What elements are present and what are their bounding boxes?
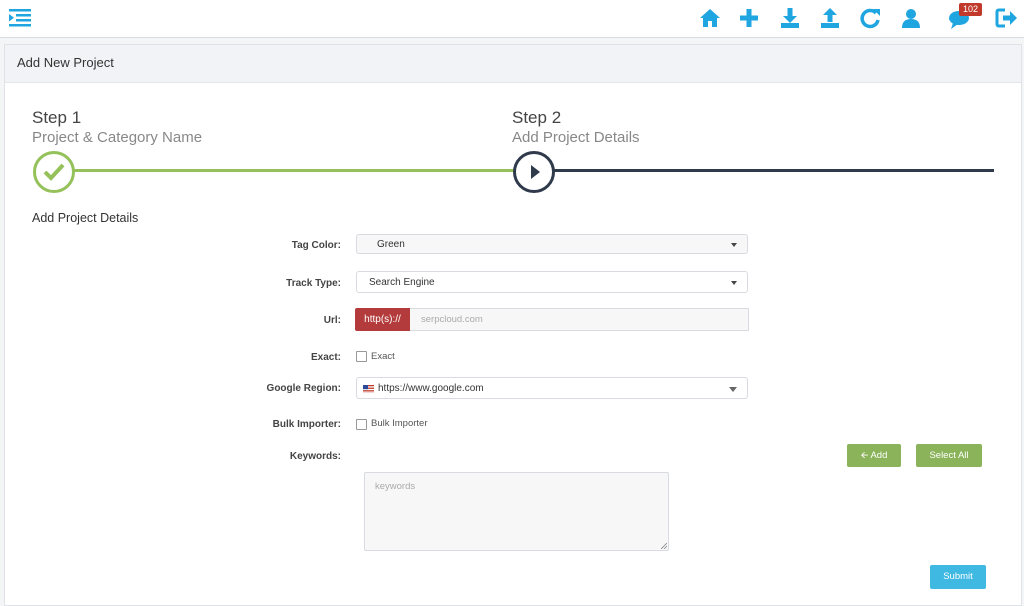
step-progress-line-done <box>73 169 515 172</box>
logout-icon[interactable] <box>995 7 1019 29</box>
arrow-left-icon: 🡨 <box>860 450 871 461</box>
chevron-down-icon <box>731 281 737 285</box>
upload-icon[interactable] <box>818 7 842 29</box>
step-1-label: Step 1 <box>32 108 82 127</box>
exact-checkbox[interactable] <box>356 351 367 362</box>
tag-color-select[interactable]: Green <box>356 234 748 254</box>
exact-label: Exact: <box>310 352 341 363</box>
panel-header: Add New Project <box>5 45 1021 83</box>
add-project-panel: Add New Project Step 1 Project & Categor… <box>4 44 1022 606</box>
keywords-placeholder: keywords <box>375 481 416 492</box>
refresh-icon[interactable] <box>858 7 882 29</box>
add-button[interactable]: 🡨 Add <box>847 444 901 467</box>
keywords-label: Keywords: <box>289 451 341 462</box>
step-progress-line-pending <box>553 169 994 172</box>
google-region-label: Google Region: <box>266 383 341 394</box>
step-2-label: Step 2 <box>512 108 562 127</box>
top-navbar: 102 <box>0 0 1024 38</box>
resize-handle-icon[interactable] <box>661 543 667 549</box>
url-label: Url: <box>323 315 341 326</box>
add-button-label: Add <box>870 450 888 461</box>
google-region-select[interactable]: https://www.google.com <box>356 377 748 399</box>
track-type-label: Track Type: <box>286 278 341 289</box>
home-icon[interactable] <box>698 7 722 29</box>
bulk-importer-checkbox[interactable] <box>356 419 367 430</box>
bulk-importer-label: Bulk Importer: <box>272 419 341 430</box>
submit-button[interactable]: Submit <box>930 565 986 589</box>
url-prefix: http(s):// <box>355 308 410 331</box>
section-title: Add Project Details <box>32 211 139 225</box>
download-icon[interactable] <box>778 7 802 29</box>
exact-checkbox-label: Exact <box>371 351 395 362</box>
notification-badge: 102 <box>959 3 983 16</box>
user-icon[interactable] <box>899 7 923 29</box>
google-region-value: https://www.google.com <box>378 383 484 394</box>
us-flag-icon <box>363 385 374 393</box>
plus-icon[interactable] <box>737 7 761 29</box>
tag-color-value: Green <box>377 239 405 250</box>
play-icon <box>531 165 540 179</box>
step-1-circle[interactable] <box>33 151 75 193</box>
url-input[interactable]: serpcloud.com <box>410 308 749 331</box>
menu-icon[interactable] <box>9 9 31 27</box>
step-2-subtitle: Add Project Details <box>512 129 640 146</box>
select-all-button[interactable]: Select All <box>916 444 982 467</box>
bulk-importer-checkbox-label: Bulk Importer <box>371 418 428 429</box>
check-icon <box>43 163 65 181</box>
tag-color-label: Tag Color: <box>291 240 341 251</box>
panel-title: Add New Project <box>17 55 114 70</box>
keywords-textarea[interactable]: keywords <box>364 472 669 551</box>
step-2-circle[interactable] <box>513 151 555 193</box>
step-1-subtitle: Project & Category Name <box>32 129 203 146</box>
url-input-group: http(s):// serpcloud.com <box>355 308 749 331</box>
chevron-down-icon <box>731 243 737 247</box>
track-type-select[interactable]: Search Engine <box>356 271 748 293</box>
track-type-value: Search Engine <box>369 277 435 288</box>
chevron-down-icon <box>729 387 737 392</box>
